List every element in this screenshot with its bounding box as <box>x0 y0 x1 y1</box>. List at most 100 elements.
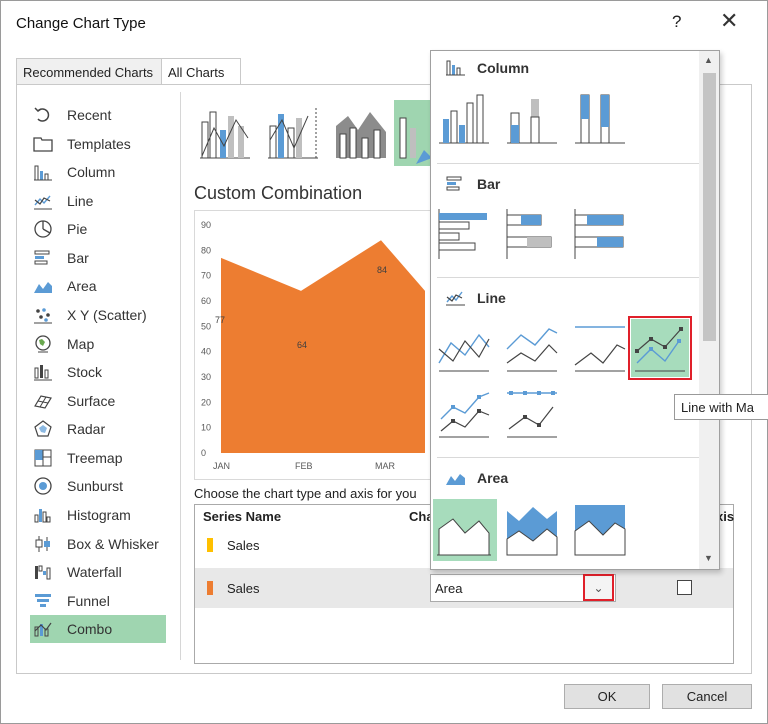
popup-stacked-column[interactable] <box>503 89 561 147</box>
dialog-title: Change Chart Type <box>16 15 146 32</box>
popup-section-bar: Bar <box>445 175 500 193</box>
data-label: 64 <box>297 340 307 350</box>
popup-section-column: Column <box>445 59 529 77</box>
popup-line[interactable] <box>435 319 493 377</box>
chart-type-dropdown-list: Column Bar Line Area ▲ ▼ <box>430 50 720 570</box>
column-chart-icon <box>32 161 54 183</box>
chart-type-dropdown-button[interactable]: ⌄ <box>583 574 614 601</box>
combo-thumb-stacked-area-column[interactable] <box>332 100 390 166</box>
popup-stacked-line-markers[interactable] <box>435 385 493 443</box>
sidebar-item-label: Line <box>67 193 94 209</box>
sidebar-item-label: Column <box>67 164 116 180</box>
folder-icon <box>32 133 54 155</box>
popup-line-with-markers[interactable] <box>628 316 692 380</box>
sunburst-icon <box>32 475 54 497</box>
stock-chart-icon <box>32 361 54 383</box>
sidebar-item-stock[interactable]: Stock <box>30 358 166 386</box>
sidebar-item-xy-scatter[interactable]: X Y (Scatter) <box>30 301 166 329</box>
tooltip-line-with-markers: Line with Ma <box>674 394 768 420</box>
combo-thumb-clustered-column-line[interactable] <box>196 100 254 166</box>
popup-divider <box>437 457 699 458</box>
sidebar-item-label: Bar <box>67 250 89 266</box>
sidebar-item-treemap[interactable]: Treemap <box>30 444 166 472</box>
popup-100-stacked-area[interactable] <box>571 501 629 559</box>
sidebar-item-templates[interactable]: Templates <box>30 130 166 158</box>
sidebar-item-label: X Y (Scatter) <box>67 307 147 323</box>
scroll-thumb[interactable] <box>703 73 716 341</box>
scroll-down-icon[interactable]: ▼ <box>704 553 713 563</box>
sidebar-item-waterfall[interactable]: Waterfall <box>30 558 166 586</box>
y-tick-label: 70 <box>201 271 211 281</box>
popup-divider <box>437 163 699 164</box>
chart-preview: 0 10 20 30 40 50 60 70 80 90 JAN FEB MAR 77 64 84 <box>194 210 432 480</box>
y-tick-label: 10 <box>201 423 211 433</box>
waterfall-icon <box>32 561 54 583</box>
sidebar-item-map[interactable]: Map <box>30 330 166 358</box>
chevron-down-icon: ⌄ <box>593 580 604 595</box>
secondary-axis-checkbox[interactable] <box>677 580 692 595</box>
sidebar-item-recent[interactable]: Recent <box>30 101 166 129</box>
choose-axis-instruction: Choose the chart type and axis for you <box>194 486 417 501</box>
bar-chart-icon <box>445 175 467 193</box>
ok-button[interactable]: OK <box>564 684 650 709</box>
y-tick-label: 80 <box>201 245 211 255</box>
popup-scrollbar[interactable]: ▲ ▼ <box>699 51 719 569</box>
column-chart-icon <box>445 59 467 77</box>
box-whisker-icon <box>32 533 54 555</box>
popup-stacked-bar[interactable] <box>503 205 561 263</box>
popup-area[interactable] <box>433 499 497 561</box>
sidebar-item-label: Funnel <box>67 593 110 609</box>
popup-section-label: Area <box>477 470 509 486</box>
y-tick-label: 50 <box>201 321 211 331</box>
y-tick-label: 0 <box>201 448 206 458</box>
popup-100-stacked-line-markers[interactable] <box>503 385 561 443</box>
sidebar-item-pie[interactable]: Pie <box>30 215 166 243</box>
series-color-swatch-2 <box>207 581 213 595</box>
popup-section-label: Bar <box>477 176 501 192</box>
series-name-header: Series Name <box>203 509 282 524</box>
sidebar-item-label: Radar <box>67 421 106 437</box>
help-button[interactable]: ? <box>672 12 681 32</box>
popup-100-stacked-column[interactable] <box>571 89 629 147</box>
sidebar-item-box-whisker[interactable]: Box & Whisker <box>30 530 166 558</box>
treemap-icon <box>32 447 54 469</box>
sidebar-item-label: Box & Whisker <box>67 536 159 552</box>
popup-divider <box>437 277 699 278</box>
popup-section-line: Line <box>445 289 506 307</box>
sidebar-item-column[interactable]: Column <box>30 158 166 186</box>
cancel-button[interactable]: Cancel <box>662 684 752 709</box>
popup-clustered-bar[interactable] <box>435 205 493 263</box>
close-button[interactable]: ✕ <box>720 10 738 32</box>
sidebar-item-area[interactable]: Area <box>30 272 166 300</box>
sidebar-item-surface[interactable]: Surface <box>30 387 166 415</box>
custom-combination-title: Custom Combination <box>194 183 363 203</box>
scroll-up-icon[interactable]: ▲ <box>704 55 713 65</box>
area-chart: 0 10 20 30 40 50 60 70 80 90 JAN FEB MAR 77 64 84 <box>201 220 425 471</box>
popup-100-stacked-line[interactable] <box>571 319 629 377</box>
sidebar-item-line[interactable]: Line <box>30 187 166 215</box>
popup-clustered-column[interactable] <box>435 89 493 147</box>
series-color-swatch <box>207 538 213 552</box>
popup-section-area: Area <box>445 469 508 487</box>
line-chart-icon <box>32 190 54 212</box>
sidebar-item-label: Treemap <box>67 450 123 466</box>
sidebar-item-funnel[interactable]: Funnel <box>30 587 166 615</box>
sidebar-item-combo[interactable]: Combo <box>30 615 166 643</box>
tab-recommended-charts[interactable]: Recommended Charts <box>16 58 162 85</box>
sidebar-item-histogram[interactable]: Histogram <box>30 501 166 529</box>
x-tick-label: JAN <box>213 461 230 471</box>
tab-all-charts[interactable]: All Charts <box>161 58 241 85</box>
combo-thumb-column-line-secondary[interactable] <box>264 100 322 166</box>
sidebar-item-bar[interactable]: Bar <box>30 244 166 272</box>
popup-100-stacked-bar[interactable] <box>571 205 629 263</box>
histogram-icon <box>32 504 54 526</box>
area-chart-icon <box>32 275 54 297</box>
sidebar-item-sunburst[interactable]: Sunburst <box>30 472 166 500</box>
popup-stacked-area[interactable] <box>503 501 561 559</box>
y-tick-label: 40 <box>201 347 211 357</box>
surface-chart-icon <box>32 390 54 412</box>
sidebar-item-label: Pie <box>67 221 88 237</box>
sidebar-item-radar[interactable]: Radar <box>30 415 166 443</box>
popup-stacked-line[interactable] <box>503 319 561 377</box>
sidebar-item-label: Area <box>67 278 97 294</box>
